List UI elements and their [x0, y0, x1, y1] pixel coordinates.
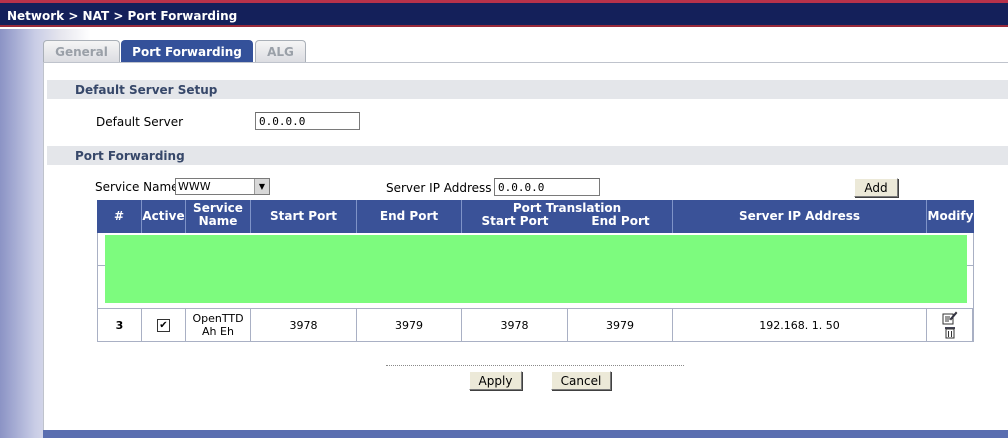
- col-header-active: Active: [142, 200, 186, 233]
- apply-button[interactable]: Apply: [469, 371, 522, 390]
- cancel-button[interactable]: Cancel: [551, 371, 611, 390]
- port-translation-subheaders: Start Port End Port: [462, 215, 672, 229]
- active-checkbox[interactable]: ✔: [157, 319, 170, 332]
- service-name-select[interactable]: WWW ▼: [175, 178, 270, 195]
- section-title: Port Forwarding: [75, 149, 185, 163]
- col-header-pt-start: Start Port: [481, 214, 549, 228]
- row-service-name: OpenTTD Ah Eh: [186, 309, 251, 342]
- section-title: Default Server Setup: [75, 83, 218, 97]
- service-name-line1: OpenTTD: [192, 312, 244, 325]
- trash-icon[interactable]: [944, 326, 956, 339]
- section-port-forwarding: Port Forwarding: [47, 146, 1008, 165]
- row-pt-end: 3979: [568, 309, 673, 342]
- row-end-port: 3979: [357, 309, 462, 342]
- tab-general[interactable]: General: [43, 40, 120, 62]
- col-header-server-ip: Server IP Address: [673, 200, 927, 233]
- title-bar: Network > NAT > Port Forwarding: [0, 0, 1008, 27]
- row-server-ip: 192.168. 1. 50: [673, 309, 927, 342]
- default-server-label: Default Server: [96, 115, 184, 129]
- row-num: 3: [98, 309, 142, 342]
- tab-port-forwarding[interactable]: Port Forwarding: [121, 40, 253, 62]
- service-name-label: Service Name: [95, 180, 179, 194]
- service-name-line2: Ah Eh: [202, 325, 234, 338]
- redacted-block: [105, 235, 967, 303]
- server-ip-input[interactable]: 0.0.0.0: [494, 178, 600, 196]
- tab-label: ALG: [267, 45, 294, 59]
- col-header-start-port: Start Port: [251, 200, 357, 233]
- col-header-port-translation: Port Translation Start Port End Port: [462, 200, 673, 233]
- col-header-pt-end: End Port: [591, 214, 650, 228]
- bottom-strip: [43, 430, 1008, 438]
- col-header-modify: Modify: [927, 200, 974, 233]
- col-header-num: #: [97, 200, 142, 233]
- button-divider: [386, 365, 684, 366]
- tab-label: Port Forwarding: [132, 45, 242, 59]
- row-start-port: 3978: [251, 309, 357, 342]
- col-header-end-port: End Port: [357, 200, 462, 233]
- title-bar-top-border: [0, 0, 1008, 3]
- row-pt-start: 3978: [462, 309, 568, 342]
- tab-alg[interactable]: ALG: [255, 40, 306, 62]
- edit-icon[interactable]: [942, 311, 958, 325]
- col-header-service-name: Service Name: [186, 200, 251, 233]
- section-default-server: Default Server Setup: [47, 80, 1008, 99]
- col-header-service-line2: Name: [198, 214, 238, 228]
- chevron-down-icon[interactable]: ▼: [254, 179, 269, 194]
- server-ip-label: Server IP Address: [386, 181, 492, 195]
- row-modify: [927, 309, 973, 342]
- default-server-input[interactable]: 0.0.0.0: [255, 112, 360, 130]
- row-active: ✔: [142, 309, 186, 342]
- add-button[interactable]: Add: [854, 178, 898, 197]
- breadcrumb: Network > NAT > Port Forwarding: [7, 9, 238, 23]
- service-name-value: WWW: [178, 180, 211, 193]
- tab-label: General: [55, 45, 108, 59]
